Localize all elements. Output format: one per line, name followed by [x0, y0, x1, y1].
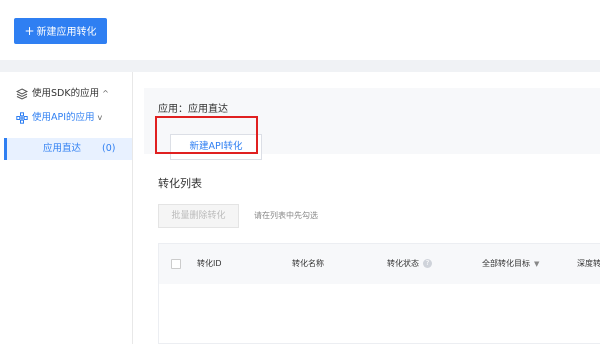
conversion-table: 转化ID 转化名称 转化状态? 全部转化目标 ▼ 深度转 — [158, 243, 600, 344]
app-title: 应用：应用直达 — [158, 104, 228, 115]
column-header-deep: 深度转 — [577, 259, 600, 268]
sidebar-subitem-label: 应用直达 — [43, 143, 82, 154]
column-header-name: 转化名称 — [292, 259, 324, 268]
column-header-id: 转化ID — [197, 259, 222, 268]
sidebar-item-label: 使用API的应用 — [32, 112, 95, 123]
column-header-status: 转化状态? — [387, 244, 432, 284]
chevron-down-icon: v — [97, 113, 103, 122]
new-app-conversion-label: 新建应用转化 — [36, 27, 97, 38]
caret-down-icon: ▼ — [534, 260, 540, 268]
select-hint: 请在列表中先勾选 — [254, 211, 318, 220]
batch-delete-button[interactable]: 批量删除转化 — [158, 204, 239, 228]
select-all-checkbox[interactable] — [171, 259, 181, 269]
table-header: 转化ID 转化名称 转化状态? 全部转化目标 ▼ 深度转 — [159, 244, 600, 284]
sidebar-item-api-apps[interactable]: 使用API的应用 v — [16, 110, 102, 126]
divider-band — [0, 60, 600, 72]
new-app-conversion-button[interactable]: + 新建应用转化 — [14, 18, 107, 44]
column-header-targets[interactable]: 全部转化目标 ▼ — [482, 244, 539, 284]
chevron-up-icon: ^ — [102, 89, 109, 98]
api-nodes-icon — [16, 112, 28, 124]
sidebar-item-sdk-apps[interactable]: 使用SDK的应用 ^ — [15, 86, 109, 102]
sidebar: 使用SDK的应用 ^ 使用API的应用 v 应用直达 (0) — [0, 72, 133, 344]
plus-icon: + — [24, 24, 35, 38]
top-bar: + 新建应用转化 — [0, 0, 600, 60]
sidebar-subitem-count: (0) — [102, 143, 116, 154]
help-icon[interactable]: ? — [423, 259, 432, 268]
main-content: 应用：应用直达 新建API转化 转化列表 批量删除转化 请在列表中先勾选 转化I… — [134, 72, 600, 344]
layers-icon — [15, 88, 29, 100]
conversion-list-title: 转化列表 — [158, 177, 202, 190]
highlight-annotation — [155, 116, 258, 154]
sidebar-subitem-app-direct[interactable]: 应用直达 (0) — [4, 138, 132, 160]
sidebar-item-label: 使用SDK的应用 — [32, 88, 100, 99]
